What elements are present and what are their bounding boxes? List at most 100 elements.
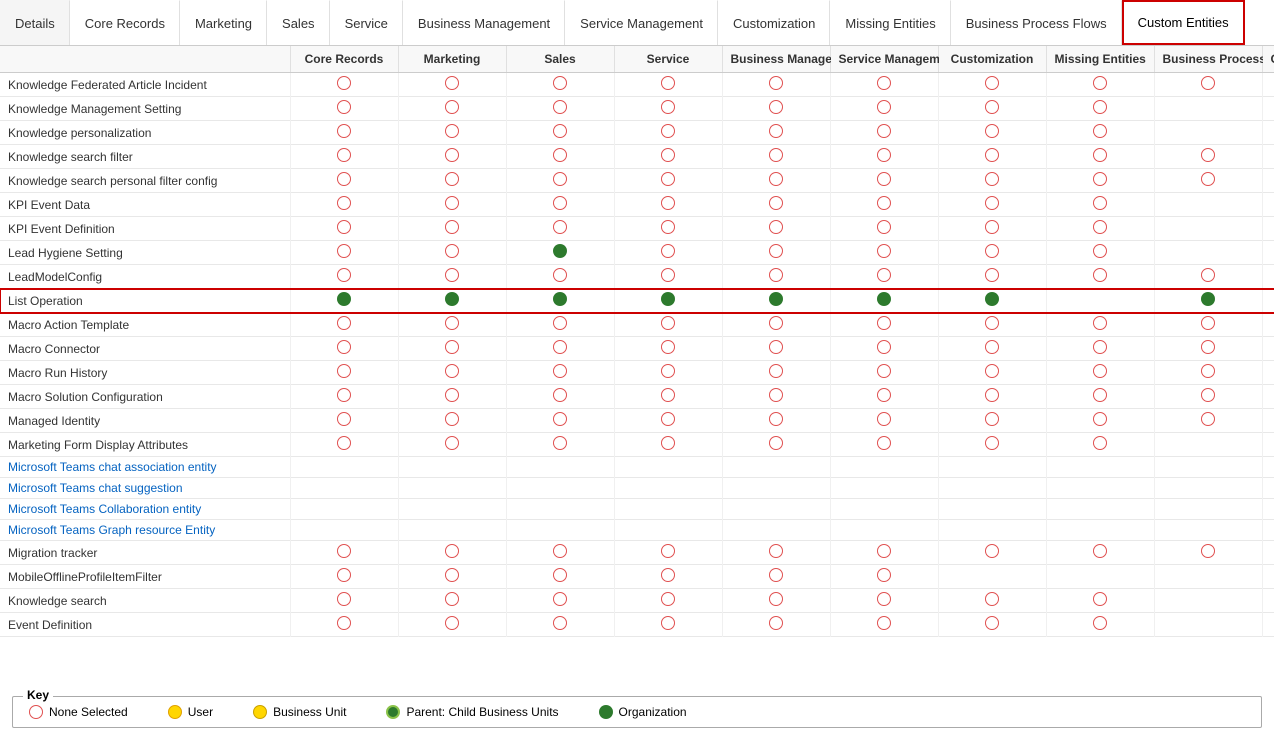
row-name-link[interactable]: Microsoft Teams chat suggestion bbox=[8, 481, 183, 495]
circle-none-icon bbox=[553, 568, 567, 582]
table-row: Microsoft Teams Collaboration entity bbox=[0, 499, 1274, 520]
circle-none-icon bbox=[1093, 100, 1107, 114]
table-row: LeadModelConfig bbox=[0, 265, 1274, 289]
cell bbox=[506, 121, 614, 145]
cell bbox=[1262, 217, 1274, 241]
cell bbox=[614, 499, 722, 520]
cell bbox=[398, 361, 506, 385]
cell bbox=[830, 121, 938, 145]
cell bbox=[938, 478, 1046, 499]
circle-none-icon bbox=[1093, 148, 1107, 162]
row-name: Microsoft Teams Graph resource Entity bbox=[0, 520, 290, 541]
row-name: Migration tracker bbox=[0, 541, 290, 565]
tab-service[interactable]: Service bbox=[330, 0, 403, 45]
cell bbox=[1154, 589, 1262, 613]
row-name: Microsoft Teams chat association entity bbox=[0, 457, 290, 478]
cell bbox=[1154, 193, 1262, 217]
table-row: Microsoft Teams chat association entity bbox=[0, 457, 1274, 478]
cell bbox=[506, 97, 614, 121]
tab-customization[interactable]: Customization bbox=[718, 0, 830, 45]
cell bbox=[398, 289, 506, 313]
cell bbox=[830, 520, 938, 541]
circle-none-icon bbox=[877, 220, 891, 234]
tab-details[interactable]: Details bbox=[0, 0, 70, 45]
tab-business-management[interactable]: Business Management bbox=[403, 0, 565, 45]
row-name: Macro Solution Configuration bbox=[0, 385, 290, 409]
circle-none-icon bbox=[661, 244, 675, 258]
cell bbox=[1154, 613, 1262, 637]
col-header-bpf: Business Process Flows bbox=[1154, 46, 1262, 73]
tab-sales[interactable]: Sales bbox=[267, 0, 330, 45]
circle-none-icon bbox=[553, 388, 567, 402]
circle-none-icon bbox=[337, 124, 351, 138]
circle-none-icon bbox=[985, 544, 999, 558]
circle-none-icon bbox=[445, 148, 459, 162]
table-scroll[interactable]: Core Records Marketing Sales Service Bus… bbox=[0, 46, 1274, 688]
cell bbox=[1046, 478, 1154, 499]
cell bbox=[1262, 169, 1274, 193]
circle-none-icon bbox=[1201, 316, 1215, 330]
cell bbox=[1262, 193, 1274, 217]
cell bbox=[614, 193, 722, 217]
cell bbox=[506, 241, 614, 265]
cell bbox=[1154, 499, 1262, 520]
tab-missing-entities[interactable]: Missing Entities bbox=[830, 0, 950, 45]
cell bbox=[1262, 289, 1274, 313]
circle-none-icon bbox=[661, 220, 675, 234]
cell bbox=[1046, 337, 1154, 361]
circle-none-icon bbox=[445, 220, 459, 234]
circle-none-icon bbox=[445, 436, 459, 450]
circle-none-icon bbox=[877, 544, 891, 558]
cell bbox=[830, 337, 938, 361]
cell bbox=[1154, 265, 1262, 289]
circle-none-icon bbox=[877, 76, 891, 90]
circle-none-icon bbox=[445, 388, 459, 402]
key-bu-icon bbox=[253, 705, 267, 719]
circle-none-icon bbox=[337, 568, 351, 582]
tab-service-management[interactable]: Service Management bbox=[565, 0, 718, 45]
cell bbox=[830, 433, 938, 457]
circle-none-icon bbox=[661, 592, 675, 606]
table-row: Microsoft Teams chat suggestion bbox=[0, 478, 1274, 499]
tab-business-process-flows[interactable]: Business Process Flows bbox=[951, 0, 1122, 45]
cell bbox=[398, 73, 506, 97]
circle-none-icon bbox=[337, 100, 351, 114]
cell bbox=[722, 457, 830, 478]
col-header-sales: Sales bbox=[506, 46, 614, 73]
cell bbox=[1262, 241, 1274, 265]
cell bbox=[506, 409, 614, 433]
key-title: Key bbox=[23, 688, 53, 702]
cell bbox=[938, 217, 1046, 241]
row-name-link[interactable]: Microsoft Teams Collaboration entity bbox=[8, 502, 201, 516]
cell bbox=[506, 361, 614, 385]
circle-none-icon bbox=[1093, 196, 1107, 210]
table-row: Knowledge search bbox=[0, 589, 1274, 613]
cell bbox=[290, 565, 398, 589]
row-name-link[interactable]: Microsoft Teams Graph resource Entity bbox=[8, 523, 215, 537]
tab-core-records[interactable]: Core Records bbox=[70, 0, 180, 45]
cell bbox=[830, 409, 938, 433]
circle-none-icon bbox=[553, 616, 567, 630]
circle-none-icon bbox=[769, 196, 783, 210]
circle-none-icon bbox=[877, 172, 891, 186]
cell bbox=[1046, 409, 1154, 433]
cell bbox=[1262, 265, 1274, 289]
circle-none-icon bbox=[553, 268, 567, 282]
table-row: Knowledge Federated Article Incident bbox=[0, 73, 1274, 97]
tab-custom-entities[interactable]: Custom Entities bbox=[1122, 0, 1245, 45]
cell bbox=[1154, 97, 1262, 121]
cell bbox=[614, 337, 722, 361]
cell bbox=[1262, 313, 1274, 337]
tabs-bar: Details Core Records Marketing Sales Ser… bbox=[0, 0, 1274, 46]
cell bbox=[290, 289, 398, 313]
circle-none-icon bbox=[877, 148, 891, 162]
tab-marketing[interactable]: Marketing bbox=[180, 0, 267, 45]
circle-none-icon bbox=[553, 172, 567, 186]
circle-none-icon bbox=[769, 340, 783, 354]
cell bbox=[506, 433, 614, 457]
main-container: Details Core Records Marketing Sales Ser… bbox=[0, 0, 1274, 736]
row-name-link[interactable]: Microsoft Teams chat association entity bbox=[8, 460, 217, 474]
circle-none-icon bbox=[769, 244, 783, 258]
cell bbox=[290, 73, 398, 97]
circle-none-icon bbox=[661, 340, 675, 354]
